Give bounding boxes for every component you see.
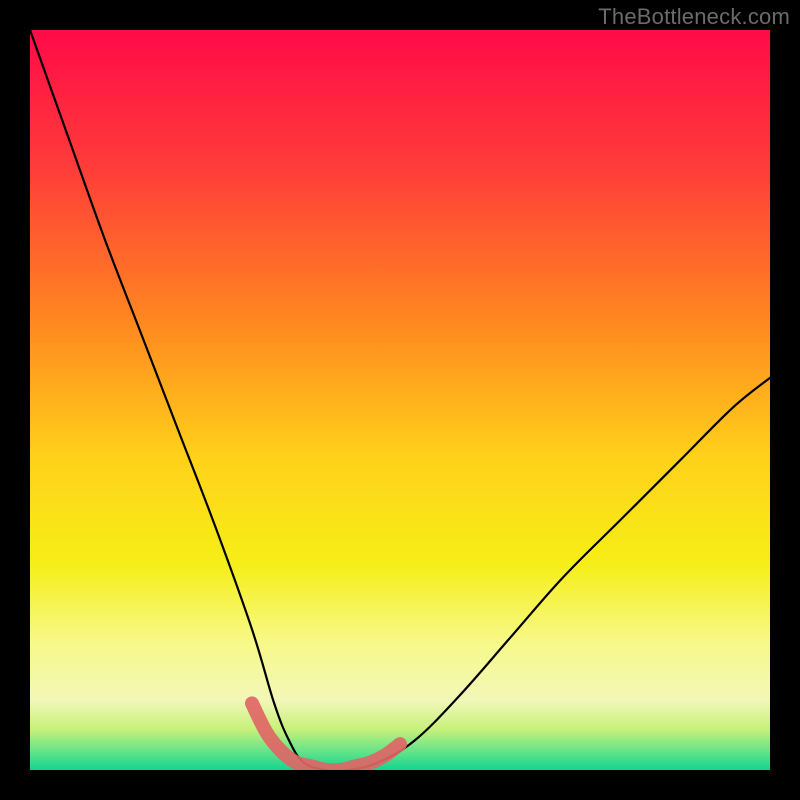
watermark-text: TheBottleneck.com [598,4,790,30]
chart-frame: TheBottleneck.com [0,0,800,800]
bottleneck-chart [30,30,770,770]
gradient-background [30,30,770,770]
